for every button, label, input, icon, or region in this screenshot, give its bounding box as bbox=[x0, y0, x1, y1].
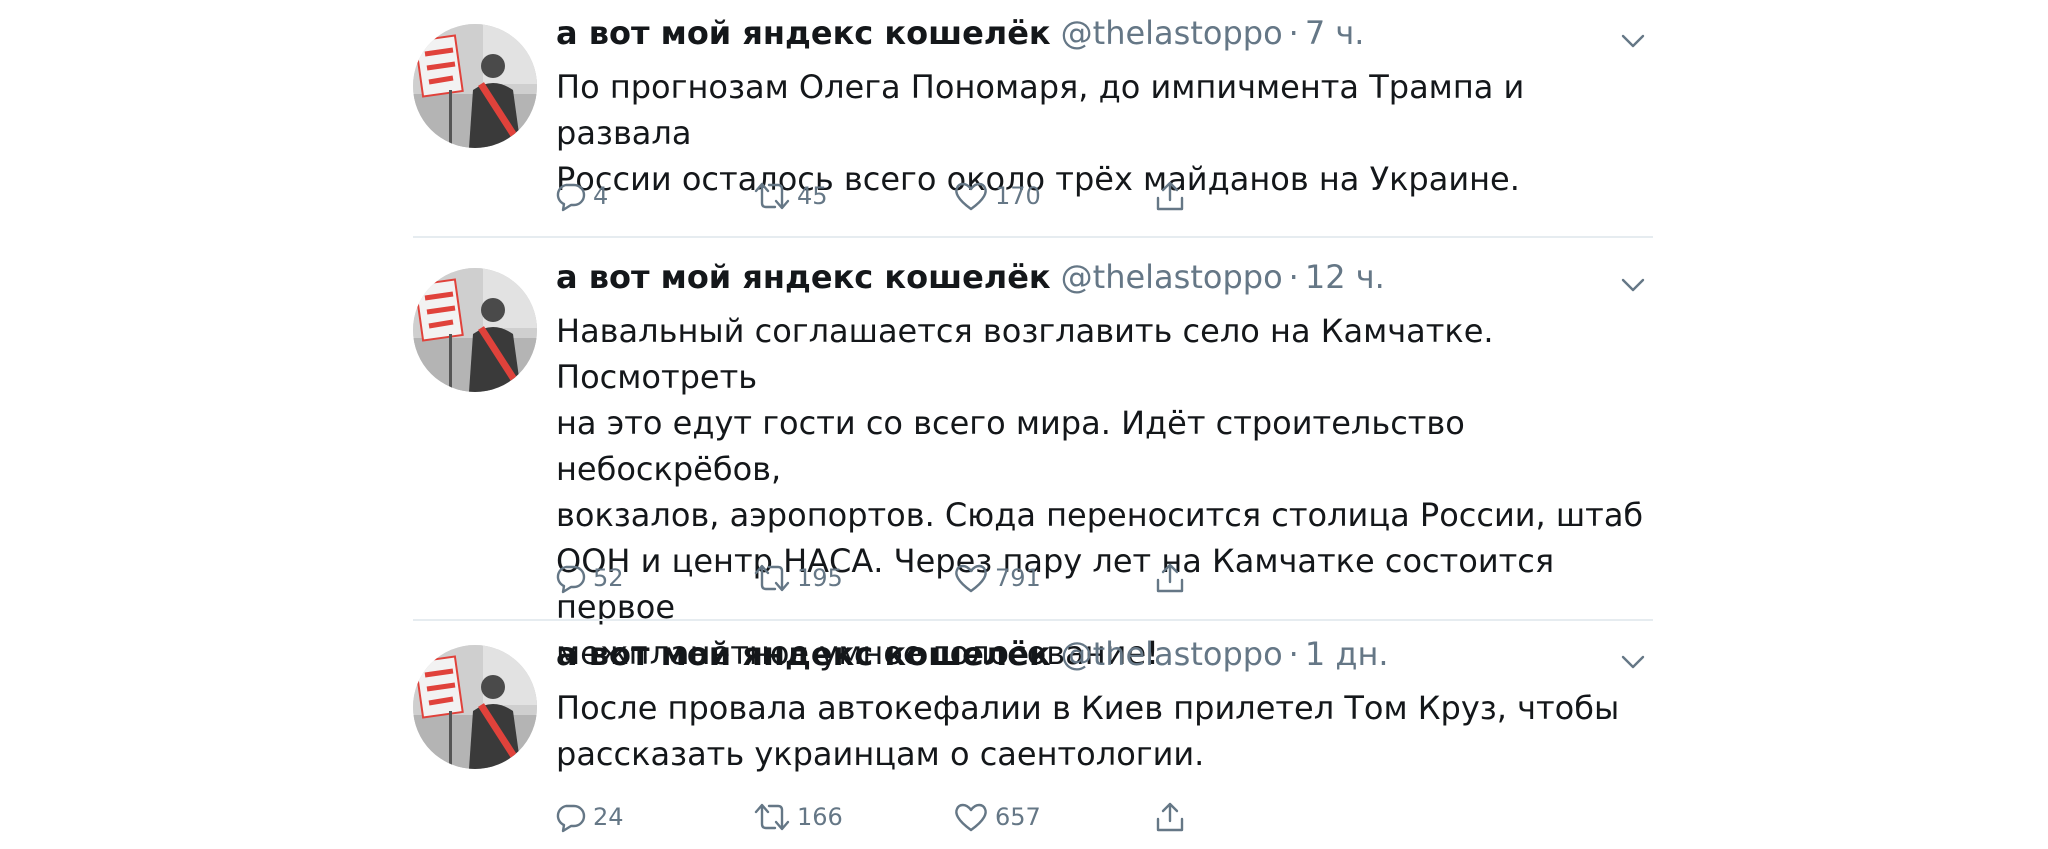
avatar[interactable] bbox=[413, 24, 537, 148]
like-button[interactable]: 170 bbox=[953, 179, 1153, 213]
share-button[interactable] bbox=[1153, 179, 1187, 213]
author-name[interactable]: а вот мой яндекс кошелёк bbox=[556, 635, 1051, 673]
retweet-count: 45 bbox=[797, 182, 828, 210]
tweet-text-line: Навальный соглашается возглавить село на… bbox=[556, 312, 1494, 396]
tweet-actions: 24 166 657 bbox=[553, 797, 1187, 837]
author-handle[interactable]: @thelastoppo bbox=[1061, 635, 1283, 673]
tweet[interactable]: а вот мой яндекс кошелёк @thelastoppo · … bbox=[413, 238, 1653, 672]
retweet-count: 195 bbox=[797, 564, 843, 592]
tweet-text: После провала автокефалии в Киев прилете… bbox=[556, 685, 1648, 777]
author-handle[interactable]: @thelastoppo bbox=[1061, 14, 1283, 52]
tweet-timestamp[interactable]: 12 ч. bbox=[1305, 258, 1385, 296]
retweet-button[interactable]: 45 bbox=[753, 179, 953, 213]
tweet-text-line: вокзалов, аэропортов. Сюда переносится с… bbox=[556, 496, 1644, 534]
reply-icon bbox=[556, 804, 586, 833]
tweet-actions: 52 195 791 bbox=[553, 558, 1187, 598]
avatar[interactable] bbox=[413, 645, 537, 769]
reply-button[interactable]: 4 bbox=[553, 179, 753, 213]
tweet-text-line: После провала автокефалии в Киев прилете… bbox=[556, 689, 1620, 727]
like-icon bbox=[955, 182, 987, 211]
separator-dot: · bbox=[1288, 635, 1299, 673]
retweet-icon bbox=[754, 803, 790, 831]
chevron-down-icon[interactable] bbox=[1618, 647, 1648, 677]
tweet-header: а вот мой яндекс кошелёк @thelastoppo · … bbox=[556, 635, 1648, 681]
author-name[interactable]: а вот мой яндекс кошелёк bbox=[556, 14, 1051, 52]
separator-dot: · bbox=[1288, 14, 1299, 52]
like-count: 170 bbox=[995, 182, 1041, 210]
tweet-text-line: По прогнозам Олега Пономаря, до импичмен… bbox=[556, 68, 1525, 152]
like-count: 657 bbox=[995, 803, 1041, 831]
avatar-photo bbox=[413, 268, 537, 392]
like-button[interactable]: 657 bbox=[953, 800, 1153, 834]
reply-button[interactable]: 52 bbox=[553, 561, 753, 595]
reply-count: 52 bbox=[593, 564, 624, 592]
share-button[interactable] bbox=[1153, 800, 1187, 834]
share-button[interactable] bbox=[1153, 561, 1187, 595]
author-handle[interactable]: @thelastoppo bbox=[1061, 258, 1283, 296]
like-icon bbox=[955, 803, 987, 832]
author-name[interactable]: а вот мой яндекс кошелёк bbox=[556, 258, 1051, 296]
share-icon bbox=[1156, 802, 1184, 832]
like-icon bbox=[955, 564, 987, 593]
retweet-icon bbox=[754, 564, 790, 592]
reply-count: 24 bbox=[593, 803, 624, 831]
retweet-button[interactable]: 195 bbox=[753, 561, 953, 595]
reply-icon bbox=[556, 565, 586, 594]
separator-dot: · bbox=[1288, 258, 1299, 296]
avatar-photo bbox=[413, 645, 537, 769]
tweet[interactable]: а вот мой яндекс кошелёк @thelastoppo · … bbox=[413, 621, 1653, 849]
chevron-down-icon[interactable] bbox=[1618, 270, 1648, 300]
share-icon bbox=[1156, 181, 1184, 211]
tweet-actions: 4 45 170 bbox=[553, 176, 1187, 216]
retweet-icon bbox=[754, 182, 790, 210]
chevron-down-icon[interactable] bbox=[1618, 26, 1648, 56]
tweet-timestamp[interactable]: 7 ч. bbox=[1305, 14, 1365, 52]
reply-count: 4 bbox=[593, 182, 609, 210]
like-button[interactable]: 791 bbox=[953, 561, 1153, 595]
retweet-count: 166 bbox=[797, 803, 843, 831]
share-icon bbox=[1156, 563, 1184, 593]
tweet-timestamp[interactable]: 1 дн. bbox=[1305, 635, 1389, 673]
retweet-button[interactable]: 166 bbox=[753, 800, 953, 834]
tweet-header: а вот мой яндекс кошелёк @thelastoppo · … bbox=[556, 258, 1648, 304]
reply-button[interactable]: 24 bbox=[553, 800, 753, 834]
tweet-text-line: на это едут гости со всего мира. Идёт ст… bbox=[556, 404, 1465, 488]
reply-icon bbox=[556, 183, 586, 212]
tweet[interactable]: а вот мой яндекс кошелёк @thelastoppo · … bbox=[413, 0, 1653, 238]
like-count: 791 bbox=[995, 564, 1041, 592]
tweet-text-line: рассказать украинцам о саентологии. bbox=[556, 735, 1205, 773]
tweet-header: а вот мой яндекс кошелёк @thelastoppo · … bbox=[556, 14, 1648, 60]
avatar[interactable] bbox=[413, 268, 537, 392]
avatar-photo bbox=[413, 24, 537, 148]
